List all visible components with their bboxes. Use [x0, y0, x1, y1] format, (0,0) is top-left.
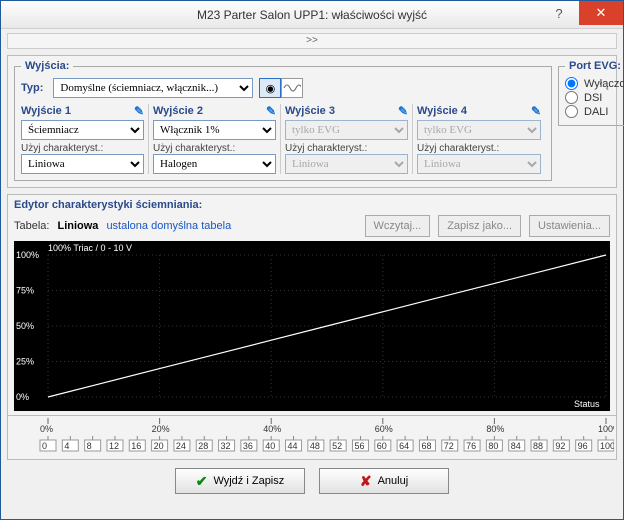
svg-text:100%: 100% [598, 424, 614, 434]
port-option-2[interactable]: DALI [565, 105, 624, 118]
output-name: Wyjście 3 [285, 105, 335, 117]
output-column-2: Wyjście 2 ✎ Włącznik 1% Użyj charakteryst.:… [153, 104, 281, 174]
edit-icon[interactable]: ✎ [134, 104, 144, 118]
save-exit-button[interactable]: ✔ Wyjdź i Zapisz [175, 468, 305, 494]
close-button[interactable]: ✕ [579, 1, 623, 25]
svg-text:32: 32 [221, 441, 231, 451]
output-name: Wyjście 2 [153, 105, 203, 117]
char-label: Użyj charakteryst.: [417, 143, 541, 154]
svg-text:56: 56 [354, 441, 364, 451]
output-mode-select[interactable]: tylko EVG [417, 120, 541, 140]
output-mode-select[interactable]: tylko EVG [285, 120, 408, 140]
edit-icon[interactable]: ✎ [531, 104, 541, 118]
settings-button[interactable]: Ustawienia... [529, 215, 610, 237]
svg-text:80%: 80% [486, 424, 504, 434]
svg-text:24: 24 [176, 441, 186, 451]
check-icon: ✔ [196, 473, 208, 490]
output-column-1: Wyjście 1 ✎ Ściemniacz Użyj charakteryst.:L… [21, 104, 149, 174]
svg-text:88: 88 [533, 441, 543, 451]
footer: ✔ Wyjdź i Zapisz ✘ Anuluj [1, 460, 623, 502]
char-label: Użyj charakteryst.: [21, 143, 144, 154]
port-fieldset: Port EVG: WyłączoneDSIDALI [558, 60, 624, 126]
x-icon: ✘ [360, 473, 372, 490]
svg-text:68: 68 [421, 441, 431, 451]
svg-text:36: 36 [243, 441, 253, 451]
char-label: Użyj charakteryst.: [153, 143, 276, 154]
svg-text:12: 12 [109, 441, 119, 451]
tabela-name: Liniowa [57, 220, 98, 232]
cancel-button[interactable]: ✘ Anuluj [319, 468, 449, 494]
expander-toggle[interactable]: >> [7, 33, 617, 49]
mode-icon-default[interactable]: ◉ [259, 78, 281, 98]
saveas-button[interactable]: Zapisz jako... [438, 215, 521, 237]
type-select[interactable]: Domyślne (ściemniacz, włącznik...) [53, 78, 253, 98]
output-column-4: Wyjście 4 ✎ tylko EVG Użyj charakteryst.:Li… [417, 104, 545, 174]
help-button[interactable]: ? [539, 1, 579, 25]
svg-text:100%: 100% [16, 250, 39, 260]
titlebar: M23 Parter Salon UPP1: właściwości wyjść… [1, 1, 623, 29]
svg-text:84: 84 [511, 441, 521, 451]
svg-text:100% Triac / 0 - 10 V: 100% Triac / 0 - 10 V [48, 243, 132, 253]
output-mode-select[interactable]: Ściemniacz [21, 120, 144, 140]
svg-text:4: 4 [64, 441, 69, 451]
output-column-3: Wyjście 3 ✎ tylko EVG Użyj charakteryst.:Li… [285, 104, 413, 174]
output-char-select[interactable]: Liniowa [285, 154, 408, 174]
svg-text:20%: 20% [152, 424, 170, 434]
char-label: Użyj charakteryst.: [285, 143, 408, 154]
output-char-select[interactable]: Liniowa [21, 154, 144, 174]
mode-icon-wave[interactable] [281, 78, 303, 98]
svg-text:100: 100 [600, 441, 614, 451]
svg-text:44: 44 [288, 441, 298, 451]
outputs-panel: Wyjścia: Typ: Domyślne (ściemniacz, włąc… [7, 55, 617, 188]
dialog-window: M23 Parter Salon UPP1: właściwości wyjść… [0, 0, 624, 520]
svg-text:80: 80 [488, 441, 498, 451]
output-char-select[interactable]: Liniowa [417, 154, 541, 174]
svg-text:92: 92 [555, 441, 565, 451]
chart-area: 0% 25% 50% 75% 100% 100% Triac / 0 - 10 V Stat… [14, 241, 610, 411]
edit-icon[interactable]: ✎ [266, 104, 276, 118]
svg-text:20: 20 [154, 441, 164, 451]
svg-text:40: 40 [265, 441, 275, 451]
svg-text:25%: 25% [16, 357, 34, 367]
output-mode-select[interactable]: Włącznik 1% [153, 120, 276, 140]
svg-text:64: 64 [399, 441, 409, 451]
port-option-1[interactable]: DSI [565, 91, 624, 104]
svg-text:60: 60 [377, 441, 387, 451]
load-button[interactable]: Wczytaj... [365, 215, 431, 237]
output-char-select[interactable]: Halogen [153, 154, 276, 174]
svg-text:8: 8 [87, 441, 92, 451]
svg-text:52: 52 [332, 441, 342, 451]
port-legend: Port EVG: [565, 60, 624, 72]
outputs-legend: Wyjścia: [21, 60, 73, 72]
window-title: M23 Parter Salon UPP1: właściwości wyjść [1, 8, 623, 22]
svg-text:16: 16 [131, 441, 141, 451]
svg-text:0: 0 [42, 441, 47, 451]
output-name: Wyjście 4 [417, 105, 467, 117]
svg-text:40%: 40% [263, 424, 281, 434]
svg-text:96: 96 [578, 441, 588, 451]
svg-text:28: 28 [198, 441, 208, 451]
type-label: Typ: [21, 82, 43, 94]
svg-text:72: 72 [444, 441, 454, 451]
svg-text:75%: 75% [16, 286, 34, 296]
tabela-label: Tabela: [14, 220, 49, 232]
svg-text:0%: 0% [40, 424, 53, 434]
tabela-desc: ustalona domyślna tabela [106, 220, 231, 232]
chart-ticks: 0%20%40%60%80%100%0481216202428323640444… [7, 416, 617, 460]
svg-text:60%: 60% [375, 424, 393, 434]
editor-header: Edytor charakterystyki ściemniania: [14, 199, 610, 211]
edit-icon[interactable]: ✎ [398, 104, 408, 118]
svg-text:0%: 0% [16, 392, 29, 402]
svg-text:48: 48 [310, 441, 320, 451]
port-option-0[interactable]: Wyłączone [565, 77, 624, 90]
editor-panel: Edytor charakterystyki ściemniania: Tabe… [7, 194, 617, 416]
svg-text:50%: 50% [16, 321, 34, 331]
outputs-fieldset: Wyjścia: Typ: Domyślne (ściemniacz, włąc… [14, 60, 552, 181]
output-name: Wyjście 1 [21, 105, 71, 117]
svg-text:Status: Status [574, 399, 600, 409]
svg-text:76: 76 [466, 441, 476, 451]
